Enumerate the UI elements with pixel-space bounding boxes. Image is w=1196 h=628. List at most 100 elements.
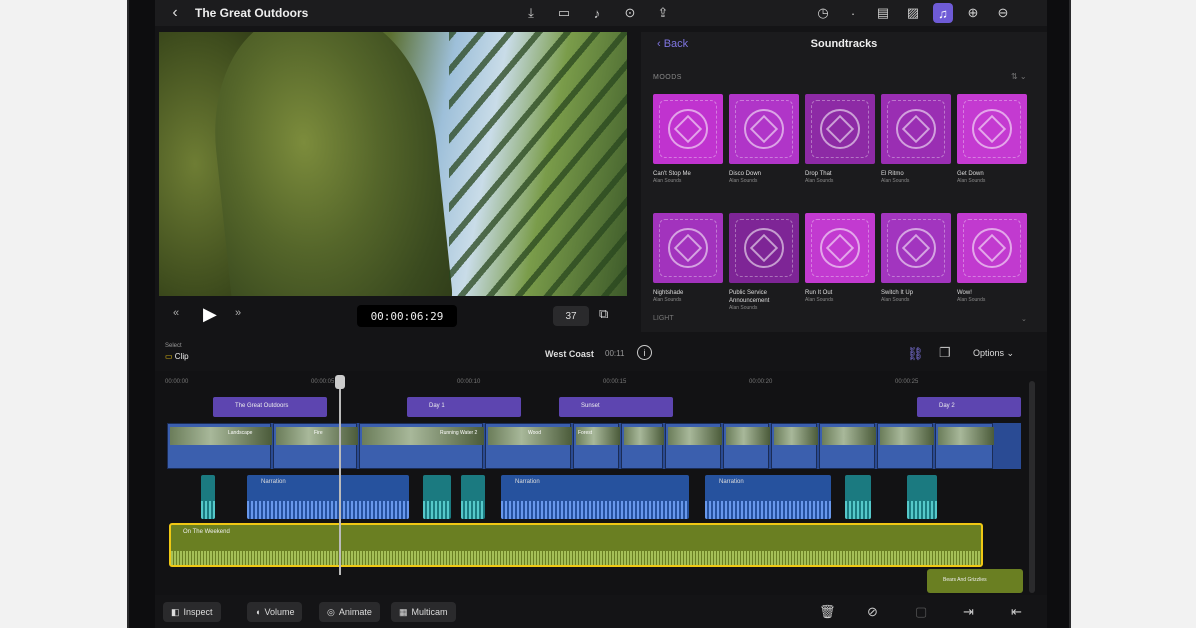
timeline-scrollbar[interactable] [1029,381,1035,593]
animate-button[interactable]: ◎ Animate [319,602,380,622]
clock-icon[interactable]: ◷ [813,3,833,23]
multicam-icon: ▦ [399,606,408,617]
narration-clip[interactable]: Narration [501,475,689,519]
info-icon[interactable]: i [637,345,652,360]
soundtracks-icon[interactable]: ♫ [933,3,953,23]
soundtrack-tile[interactable]: Nightshade Alan Sounds [653,213,723,312]
audio-clip[interactable] [845,475,871,519]
video-camera-icon[interactable]: ▭ [554,3,574,23]
title-clip[interactable]: The Great Outdoors [213,397,327,417]
video-clip[interactable] [819,423,876,469]
clip-icon: ▭ [165,352,175,361]
soundtrack-tile[interactable]: Public Service Announcement Alan Sounds [729,213,799,312]
video-clip[interactable]: Running Water 2 [359,423,484,469]
timecode-display: 00:00:06:29 [357,305,457,327]
clip-selector[interactable]: ▭ Clip [165,352,189,361]
camera-import-icon[interactable]: ⤓ [521,3,541,23]
soundtrack-tile[interactable]: Get Down Alan Sounds [957,94,1027,185]
album-art [957,213,1027,283]
minus-icon[interactable]: ⊖ [993,3,1013,23]
video-clip[interactable]: Fire [273,423,358,469]
video-clip[interactable]: Forest [573,423,620,469]
song-title: Drop That [805,171,832,177]
video-clip[interactable]: Wood [485,423,572,469]
browser-title: Soundtracks [810,38,878,50]
trash-icon[interactable]: 🗑 [819,604,836,620]
zoom-select[interactable]: 37 [553,306,589,326]
title-clip[interactable]: Sunset [559,397,673,417]
soundtrack-tile[interactable]: Wow! Alan Sounds [957,213,1027,312]
video-clip-label: Forest [578,430,593,436]
viewer-controls: « ▶ » 00:00:06:29 37 ⧉ [159,298,627,332]
video-clip[interactable] [877,423,934,469]
audio-clip[interactable] [461,475,485,519]
video-viewer[interactable] [159,32,627,296]
inspect-button[interactable]: ◧ Inspect [163,602,221,622]
narration-clip-label: Narration [719,479,744,485]
album-art [881,213,951,283]
back-chevron-icon[interactable]: ‹ [163,4,187,22]
timeline-ruler[interactable]: 00:00:00 00:00:05 00:00:10 00:00:15 00:0… [155,371,1047,393]
song-title: Wow! [957,290,972,296]
options-button[interactable]: Options ⌄ [973,348,1014,359]
audio-clip[interactable] [201,475,215,519]
section-header: MOODS [653,74,682,81]
video-clip[interactable] [771,423,818,469]
skip-back-icon[interactable]: « [173,307,179,319]
video-clip[interactable] [621,423,664,469]
share-icon[interactable]: ⇪ [653,3,673,23]
song-artist: Alan Sounds [881,297,910,303]
sound-effect-clip[interactable]: Bears And Grizzlies [927,569,1023,593]
waveform [461,501,485,519]
link-icon[interactable]: ⛓ [907,346,924,362]
soundtrack-tile[interactable]: Switch It Up Alan Sounds [881,213,951,312]
soundtrack-tile[interactable]: Disco Down Alan Sounds [729,94,799,185]
video-clip[interactable] [723,423,770,469]
photos-icon[interactable]: ▤ [873,3,893,23]
chevron-down-icon[interactable]: ⌄ [1021,315,1027,323]
extract-icon[interactable]: ⇤ [1011,604,1022,620]
narration-clip[interactable]: Narration [247,475,409,519]
plus-icon[interactable]: ⊕ [963,3,983,23]
microphone-icon[interactable]: ♪ [587,3,607,23]
title-clip[interactable]: Day 1 [407,397,521,417]
play-button[interactable]: ▶ [203,304,217,325]
playhead[interactable] [339,375,341,575]
inspect-icon: ◧ [171,606,180,617]
video-clip[interactable] [935,423,994,469]
soundtrack-tile[interactable]: Run It Out Alan Sounds [805,213,875,312]
select-label: Select [165,343,182,349]
fullscreen-icon[interactable]: ⧉ [599,306,608,322]
timeline[interactable]: 00:00:00 00:00:05 00:00:10 00:00:15 00:0… [155,371,1047,595]
sort-icon[interactable]: ⇅ ⌄ [1011,72,1027,81]
narration-clip[interactable]: Narration [705,475,831,519]
clip-thumbnail [822,427,876,445]
soundtrack-tile[interactable]: Can't Stop Me Alan Sounds [653,94,723,185]
video-clip[interactable] [665,423,722,469]
volume-button[interactable]: ◖ Volume [247,602,303,622]
song-title: Disco Down [729,171,762,177]
audio-clip[interactable] [907,475,937,519]
song-artist: Alan Sounds [805,297,834,303]
soundtrack-tile[interactable]: El Ritmo Alan Sounds [881,94,951,185]
image-icon[interactable]: ▨ [903,3,923,23]
project-name: West Coast [545,349,594,359]
back-button[interactable]: ‹ Back [657,38,688,50]
playhead-handle[interactable] [335,375,345,389]
soundtrack-clip[interactable]: On The Weekend [169,523,983,567]
viewer-frame-branches [449,32,627,296]
layers-icon[interactable]: ❐ [939,345,951,361]
voiceover-icon[interactable]: ⊙ [620,3,640,23]
split-icon[interactable]: ▢ [915,604,927,620]
album-art [653,94,723,164]
disable-icon[interactable]: ⊘ [867,604,878,620]
multicam-button[interactable]: ▦ Multicam [391,602,456,622]
title-clip[interactable]: Day 2 [917,397,1021,417]
skip-forward-icon[interactable]: » [235,307,241,319]
video-clip[interactable]: Landscape [167,423,272,469]
audio-clip[interactable] [423,475,451,519]
soundtrack-tile[interactable]: Drop That Alan Sounds [805,94,875,185]
detach-icon[interactable]: ⇥ [963,604,974,620]
ruler-tick: 00:00:25 [895,379,919,385]
dot-icon[interactable]: · [843,3,863,23]
